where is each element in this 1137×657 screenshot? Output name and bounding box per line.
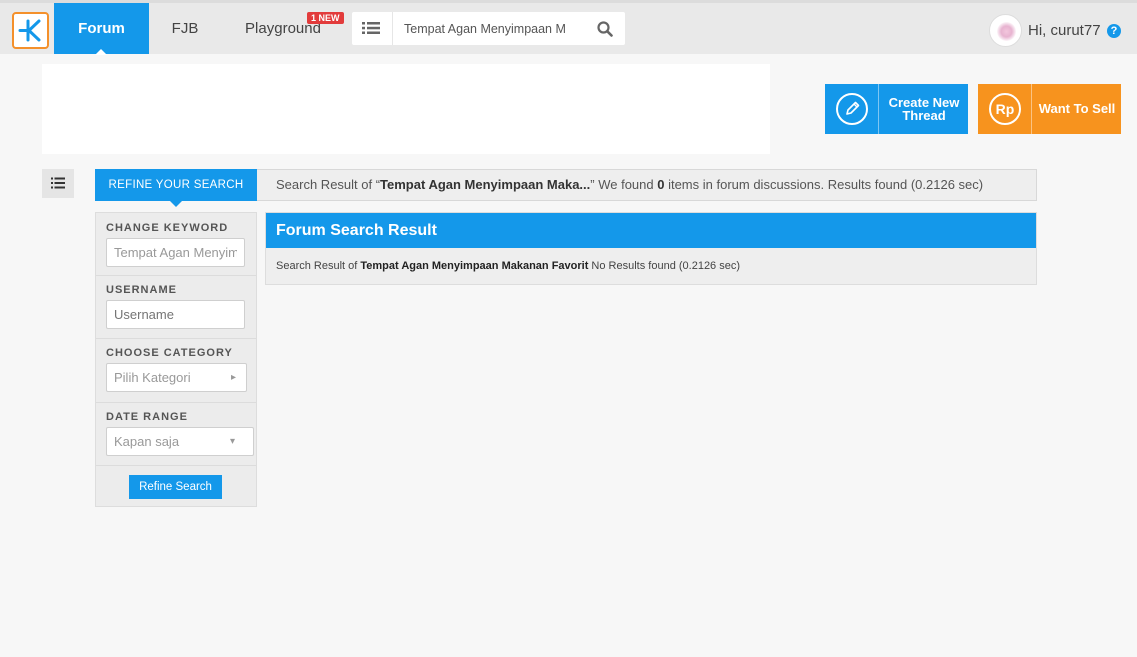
create-new-thread-button[interactable]: Create New Thread	[825, 84, 968, 134]
nav-tab-forum[interactable]: Forum	[54, 3, 149, 55]
create-thread-icon-cell	[825, 84, 879, 134]
date-range-select-value: Kapan saja	[114, 434, 180, 449]
nav-tab-forum-label: Forum	[78, 20, 125, 37]
user-greeting[interactable]: Hi, curut77	[1028, 14, 1101, 47]
create-thread-label-line2: Thread	[902, 108, 946, 123]
username-group: USERNAME	[96, 276, 256, 339]
kaskus-logo-icon[interactable]	[12, 12, 49, 49]
nav-tab-fjb[interactable]: FJB	[149, 3, 221, 54]
summary-prefix: Search Result of “	[276, 177, 381, 192]
rupiah-icon: Rp	[989, 93, 1021, 125]
search-bar	[352, 12, 625, 45]
list-icon[interactable]	[362, 21, 380, 40]
summary-query: Tempat Agan Menyimpaan Maka...	[380, 177, 591, 192]
keyword-input[interactable]	[106, 238, 245, 267]
search-divider	[392, 12, 393, 45]
list-toggle-icon	[51, 177, 65, 189]
refine-tab-caret	[170, 201, 182, 207]
chevron-right-icon: ▸	[231, 372, 237, 383]
sell-icon-cell: Rp	[978, 84, 1032, 134]
category-group: CHOOSE CATEGORY Pilih Kategori ▸	[96, 339, 256, 403]
category-select-value: Pilih Kategori	[114, 370, 191, 385]
category-label: CHOOSE CATEGORY	[106, 347, 233, 359]
refine-tab-label: REFINE YOUR SEARCH	[108, 179, 244, 191]
help-icon[interactable]: ?	[1107, 24, 1121, 38]
search-summary-bar: REFINE YOUR SEARCH Search Result of “Tem…	[95, 169, 1037, 207]
result-prefix: Search Result of	[276, 260, 361, 272]
username-input[interactable]	[106, 300, 245, 329]
search-input[interactable]	[404, 12, 584, 45]
want-to-sell-label: Want To Sell	[1038, 101, 1116, 116]
refine-search-panel: CHANGE KEYWORD USERNAME CHOOSE CATEGORY …	[95, 212, 257, 507]
want-to-sell-button[interactable]: Rp Want To Sell	[978, 84, 1121, 134]
top-navbar: Forum FJB Playground 1 NEW Hi, curut77 ?	[0, 0, 1137, 55]
date-range-group: DATE RANGE Kapan saja ▾	[96, 403, 256, 466]
summary-mid: ” We found	[590, 177, 658, 192]
refine-search-button[interactable]: Refine Search	[129, 475, 222, 499]
nav-tab-fjb-label: FJB	[171, 20, 199, 37]
refine-your-search-tab[interactable]: REFINE YOUR SEARCH	[95, 169, 257, 207]
date-range-select[interactable]: Kapan saja ▾	[106, 427, 254, 456]
username-label: USERNAME	[106, 284, 177, 296]
chevron-down-icon: ▾	[230, 436, 236, 447]
result-suffix: No Results found (0.2126 sec)	[588, 260, 741, 272]
sidebar-toggle-button[interactable]	[42, 169, 74, 198]
search-icon[interactable]	[597, 21, 613, 42]
forum-search-result-title: Forum Search Result	[266, 213, 1036, 248]
active-tab-caret	[95, 49, 107, 55]
keyword-group: CHANGE KEYWORD	[96, 213, 256, 276]
result-query: Tempat Agan Menyimpaan Makanan Favorit	[360, 260, 589, 272]
forum-search-result-text: Search Result of Tempat Agan Menyimpaan …	[276, 260, 740, 272]
nav-tab-playground[interactable]: Playground	[221, 3, 345, 54]
keyword-label: CHANGE KEYWORD	[106, 222, 229, 234]
ad-banner-area	[42, 64, 770, 154]
search-summary-text: Search Result of “Tempat Agan Menyimpaan…	[276, 170, 983, 200]
avatar[interactable]	[989, 14, 1022, 47]
new-badge: 1 NEW	[307, 12, 344, 24]
date-range-label: DATE RANGE	[106, 411, 188, 423]
summary-suffix: items in forum discussions. Results foun…	[664, 177, 984, 192]
create-thread-label: Create New Thread	[880, 96, 968, 122]
category-select[interactable]: Pilih Kategori ▸	[106, 363, 247, 392]
forum-search-result: Forum Search Result Search Result of Tem…	[265, 212, 1037, 285]
pencil-icon	[836, 93, 868, 125]
